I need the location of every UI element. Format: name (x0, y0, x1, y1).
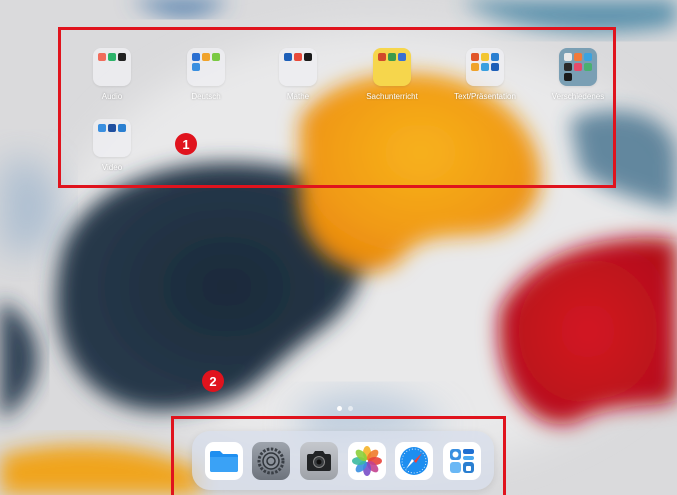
annotation-box-folders (58, 27, 616, 188)
annotation-box-dock (171, 416, 506, 495)
annotation-badge-2: 2 (202, 370, 224, 392)
page-dot-current (337, 406, 342, 411)
annotation-badge-1: 1 (175, 133, 197, 155)
page-dot (348, 406, 353, 411)
page-indicator[interactable] (337, 406, 353, 411)
